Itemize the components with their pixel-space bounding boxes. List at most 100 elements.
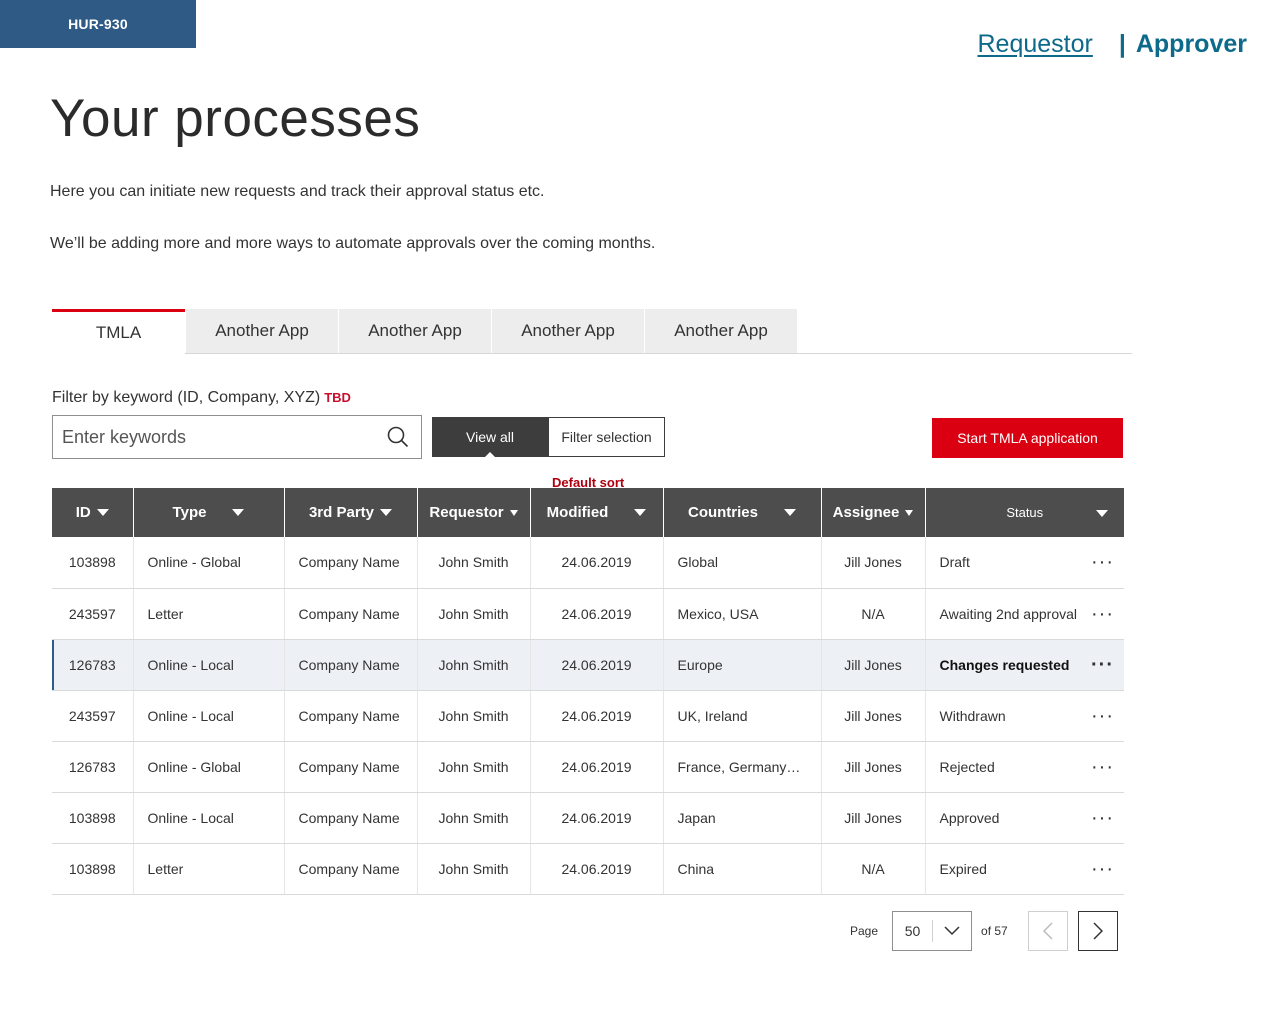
- cell-type: Online - Global: [132, 741, 284, 793]
- cell-assignee: Jill Jones: [820, 537, 925, 589]
- column-header-modified[interactable]: Modified: [529, 488, 663, 537]
- more-options-icon[interactable]: ···: [1091, 604, 1114, 624]
- page-label: Page: [850, 924, 879, 938]
- column-label: Countries: [687, 504, 758, 521]
- start-tmla-application-button[interactable]: Start TMLA application: [932, 418, 1123, 458]
- column-header-type[interactable]: Type: [132, 488, 284, 537]
- search-icon[interactable]: [375, 416, 421, 458]
- column-label: Requestor: [429, 504, 504, 521]
- cell-status: Draft ···: [924, 537, 1124, 589]
- role-switch: Requestor | Approver: [978, 30, 1248, 59]
- table-row[interactable]: 103898 Online - Local Company Name John …: [52, 792, 1124, 844]
- status-text: Expired: [939, 860, 987, 877]
- table-row[interactable]: 103898 Letter Company Name John Smith 24…: [52, 843, 1124, 895]
- cell-3rd-party: Company Name: [283, 741, 417, 793]
- cell-countries: UK, Ireland: [662, 690, 821, 742]
- filter-label: Filter by keyword (ID, Company, XYZ) TBD: [52, 389, 351, 407]
- tab-another-app-3[interactable]: Another App: [492, 309, 644, 353]
- cell-requestor: John Smith: [416, 588, 530, 640]
- tab-another-app-2[interactable]: Another App: [339, 309, 491, 353]
- more-options-icon[interactable]: ···: [1091, 552, 1114, 572]
- cell-status: Changes requested ···: [924, 639, 1124, 691]
- cell-id: 126783: [52, 639, 133, 691]
- more-options-icon[interactable]: ···: [1091, 859, 1114, 879]
- page-select[interactable]: 50: [892, 911, 973, 951]
- status-text: Draft: [939, 554, 970, 571]
- cell-id: 103898: [52, 537, 133, 589]
- more-options-icon[interactable]: ···: [1091, 757, 1114, 777]
- chevron-right-icon: [1093, 922, 1103, 940]
- cell-countries: China: [662, 843, 821, 895]
- more-options-icon[interactable]: ···: [1091, 655, 1114, 675]
- filter-selection-button[interactable]: Filter selection: [548, 417, 665, 457]
- column-header-3rd-party[interactable]: 3rd Party: [283, 488, 417, 537]
- cell-modified: 24.06.2019: [529, 843, 663, 895]
- cell-id: 103898: [52, 843, 133, 895]
- cell-assignee: Jill Jones: [820, 639, 925, 691]
- sort-caret-icon: [509, 509, 518, 516]
- column-label: 3rd Party: [308, 504, 375, 521]
- intro-text-secondary: We’ll be adding more and more ways to au…: [50, 235, 656, 252]
- cell-status: Expired ···: [924, 843, 1124, 895]
- cell-3rd-party: Company Name: [283, 792, 417, 844]
- tbd-note: TBD: [324, 390, 351, 405]
- cell-assignee: N/A: [820, 843, 925, 895]
- column-header-assignee[interactable]: Assignee: [820, 488, 925, 537]
- view-all-button[interactable]: View all: [432, 417, 548, 458]
- cell-status: Rejected ···: [924, 741, 1124, 793]
- cell-requestor: John Smith: [416, 843, 530, 895]
- table-row[interactable]: 243597 Letter Company Name John Smith 24…: [52, 588, 1124, 640]
- previous-page-button[interactable]: [1027, 911, 1068, 951]
- cell-status: Awaiting 2nd approval ···: [924, 588, 1124, 640]
- cell-status: Approved ···: [924, 792, 1124, 844]
- app-tabs: TMLA Another App Another App Another App…: [52, 309, 1132, 354]
- cell-modified: 24.06.2019: [529, 639, 663, 691]
- table-row-selected[interactable]: 126783 Online - Local Company Name John …: [52, 639, 1124, 691]
- cell-countries: Japan: [662, 792, 821, 844]
- processes-table: ID Type 3rd Party Requestor Modified Cou…: [52, 488, 1124, 895]
- cell-modified: 24.06.2019: [529, 690, 663, 742]
- cell-3rd-party: Company Name: [283, 537, 417, 589]
- cell-requestor: John Smith: [416, 741, 530, 793]
- sort-caret-icon: [634, 509, 647, 516]
- search-input[interactable]: [53, 416, 375, 458]
- ticket-badge: HUR-930: [0, 0, 196, 48]
- tab-another-app-4[interactable]: Another App: [645, 309, 797, 353]
- cell-assignee: Jill Jones: [820, 741, 925, 793]
- cell-requestor: John Smith: [416, 690, 530, 742]
- filter-label-text: Filter by keyword (ID, Company, XYZ): [52, 389, 321, 406]
- table-row[interactable]: 126783 Online - Global Company Name John…: [52, 741, 1124, 793]
- cell-3rd-party: Company Name: [283, 843, 417, 895]
- status-text: Approved: [939, 809, 1000, 826]
- sort-caret-icon: [1096, 510, 1108, 517]
- pagination: Page 50 of 57: [850, 911, 1118, 951]
- page-title: Your processes: [50, 89, 421, 148]
- table-row[interactable]: 243597 Online - Local Company Name John …: [52, 690, 1124, 742]
- more-options-icon[interactable]: ···: [1091, 808, 1114, 828]
- table-row[interactable]: 103898 Online - Global Company Name John…: [52, 537, 1124, 589]
- next-page-button[interactable]: [1077, 911, 1118, 951]
- cell-type: Online - Local: [132, 792, 284, 844]
- cell-countries: Mexico, USA: [662, 588, 821, 640]
- column-header-countries[interactable]: Countries: [662, 488, 821, 537]
- approver-role-active[interactable]: Approver: [1136, 30, 1247, 59]
- column-header-requestor[interactable]: Requestor: [416, 488, 530, 537]
- more-options-icon[interactable]: ···: [1091, 706, 1114, 726]
- status-text: Withdrawn: [939, 707, 1006, 724]
- status-text: Awaiting 2nd approval: [939, 605, 1078, 622]
- column-header-status[interactable]: Status: [924, 488, 1124, 537]
- cell-assignee: N/A: [820, 588, 925, 640]
- column-label: ID: [75, 504, 91, 521]
- requestor-link[interactable]: Requestor: [978, 30, 1093, 59]
- tab-another-app-1[interactable]: Another App: [186, 309, 338, 353]
- cell-type: Online - Global: [132, 537, 284, 589]
- cell-modified: 24.06.2019: [529, 588, 663, 640]
- chevron-left-icon: [1042, 922, 1053, 940]
- column-label: Assignee: [832, 504, 900, 521]
- cell-countries: Global: [662, 537, 821, 589]
- sort-caret-icon: [96, 509, 109, 516]
- tab-tmla[interactable]: TMLA: [52, 309, 185, 354]
- column-header-id[interactable]: ID: [52, 488, 133, 537]
- sort-caret-icon: [905, 509, 914, 516]
- cell-status: Withdrawn ···: [924, 690, 1124, 742]
